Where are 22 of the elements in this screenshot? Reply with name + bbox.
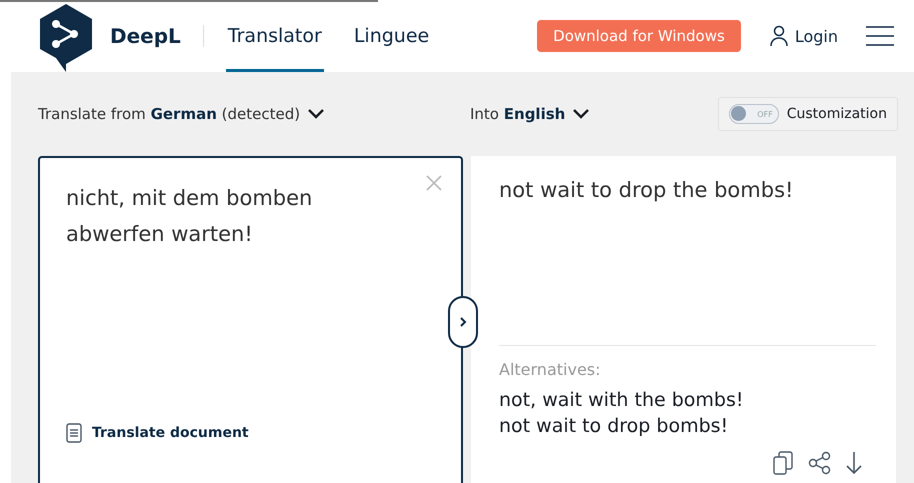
copy-icon[interactable]: [772, 451, 794, 475]
source-text: nicht, mit dem bomben abwerfen warten!: [66, 185, 314, 248]
nav-tab[interactable]: Linguee: [352, 0, 432, 72]
translation-text: not wait to drop the bombs!: [499, 178, 794, 202]
chevron-down-icon: [573, 109, 590, 119]
brand-name: DeepL: [110, 24, 181, 48]
alternative-translation[interactable]: not, wait with the bombs!: [499, 389, 744, 411]
chevron-down-icon: [308, 109, 324, 119]
chevron-right-icon: [459, 317, 467, 327]
source-language-select[interactable]: Translate from German (detected): [38, 105, 470, 123]
alternatives-label: Alternatives:: [499, 360, 602, 379]
target-language-select[interactable]: Into English: [470, 105, 590, 123]
translate-document-button[interactable]: Translate document: [66, 423, 435, 443]
menu-icon[interactable]: [866, 26, 894, 46]
customization-button[interactable]: OFF Customization: [718, 97, 898, 131]
alternative-translation[interactable]: not wait to drop bombs!: [499, 415, 728, 437]
login-button[interactable]: Login: [762, 24, 844, 48]
download-arrow-icon[interactable]: [846, 451, 862, 475]
user-icon: [768, 25, 789, 47]
document-icon: [66, 423, 82, 443]
share-icon[interactable]: [808, 451, 832, 475]
source-text-panel[interactable]: nicht, mit dem bomben abwerfen warten! Translate document: [38, 156, 463, 483]
